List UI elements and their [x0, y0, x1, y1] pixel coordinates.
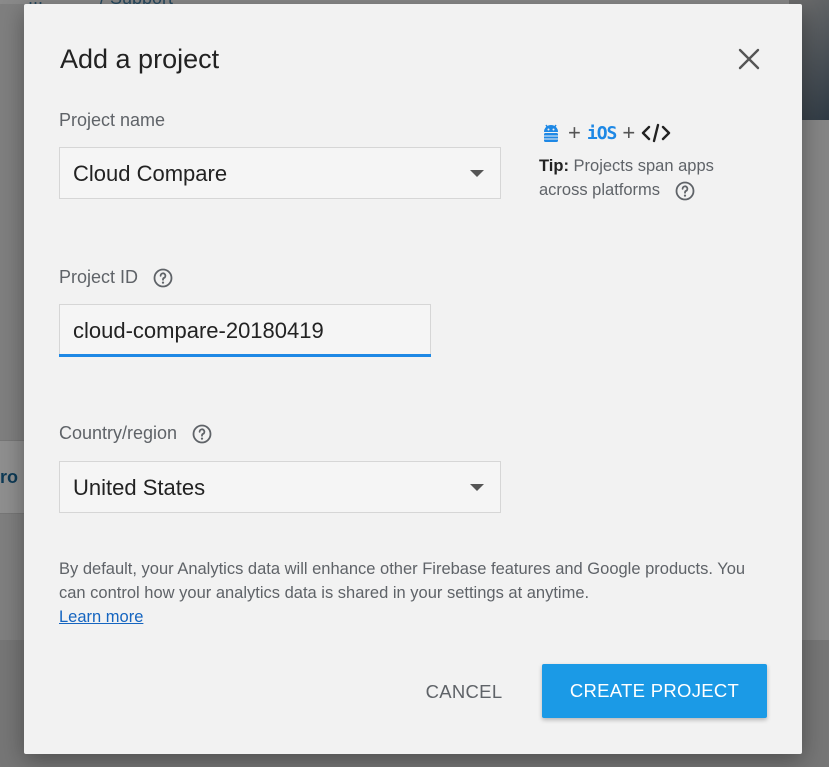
country-select[interactable]: United States	[59, 461, 501, 513]
android-icon	[544, 124, 558, 142]
plus-sign: +	[568, 120, 581, 145]
project-id-help-button[interactable]	[153, 268, 173, 288]
project-id-input[interactable]: cloud-compare-20180419	[59, 304, 431, 356]
learn-more-link[interactable]: Learn more	[59, 608, 143, 626]
country-label-text: Country/region	[59, 423, 178, 443]
close-button[interactable]	[732, 42, 766, 76]
project-name-label: Project name	[59, 110, 166, 130]
platform-icons: + iOS +	[540, 122, 671, 144]
chevron-down-icon	[470, 484, 484, 491]
help-circle-icon	[153, 268, 173, 288]
tip-lead: Tip:	[539, 157, 569, 175]
project-id-label: Project ID	[59, 267, 173, 288]
analytics-notice-text: By default, your Analytics data will enh…	[59, 560, 746, 602]
project-id-label-text: Project ID	[59, 267, 139, 287]
project-id-value: cloud-compare-20180419	[73, 318, 324, 343]
chevron-down-icon	[470, 170, 484, 177]
web-code-icon	[642, 123, 671, 143]
help-circle-icon	[675, 181, 695, 201]
ios-icon: iOS	[586, 122, 617, 144]
background-card-text: ro	[0, 467, 18, 487]
dialog-title: Add a project	[60, 44, 220, 74]
project-name-select[interactable]: Cloud Compare	[59, 147, 501, 199]
cancel-button[interactable]: CANCEL	[408, 666, 520, 718]
close-icon	[738, 48, 760, 70]
tip-help-button[interactable]	[675, 181, 695, 201]
create-project-button[interactable]: CREATE PROJECT	[542, 664, 767, 718]
analytics-notice: By default, your Analytics data will enh…	[59, 557, 769, 629]
project-id-focus-underline	[59, 354, 431, 357]
country-value: United States	[73, 475, 206, 500]
project-name-value: Cloud Compare	[73, 161, 228, 186]
plus-sign: +	[622, 120, 636, 145]
background-side-panel	[799, 120, 829, 640]
tip-text: Tip: Projects span apps across platforms	[539, 154, 749, 202]
country-help-button[interactable]	[192, 424, 212, 444]
help-circle-icon	[192, 424, 212, 444]
add-project-dialog: Add a project Project name Cloud Compare…	[24, 4, 802, 754]
country-label: Country/region	[59, 423, 212, 444]
